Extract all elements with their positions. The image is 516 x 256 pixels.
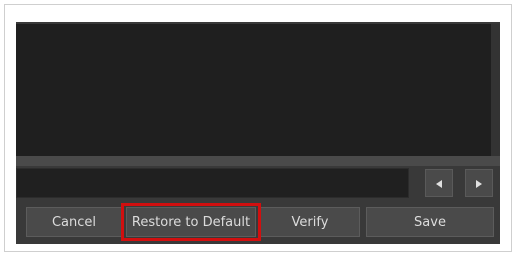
button-row: Cancel Restore to Default Verify Save xyxy=(16,203,500,243)
save-button[interactable]: Save xyxy=(366,207,494,237)
triangle-right-icon xyxy=(474,174,484,193)
command-input[interactable] xyxy=(16,168,409,198)
triangle-left-icon xyxy=(434,174,444,193)
next-button[interactable] xyxy=(465,169,493,197)
previous-button[interactable] xyxy=(425,169,453,197)
horizontal-scrollbar[interactable] xyxy=(16,156,500,166)
output-area[interactable] xyxy=(16,24,491,156)
verify-button[interactable]: Verify xyxy=(260,207,360,237)
cancel-button[interactable]: Cancel xyxy=(26,207,122,237)
vertical-scrollbar[interactable] xyxy=(491,24,500,156)
script-editor-panel: Cancel Restore to Default Verify Save xyxy=(16,22,500,244)
restore-to-default-button[interactable]: Restore to Default xyxy=(126,207,256,237)
